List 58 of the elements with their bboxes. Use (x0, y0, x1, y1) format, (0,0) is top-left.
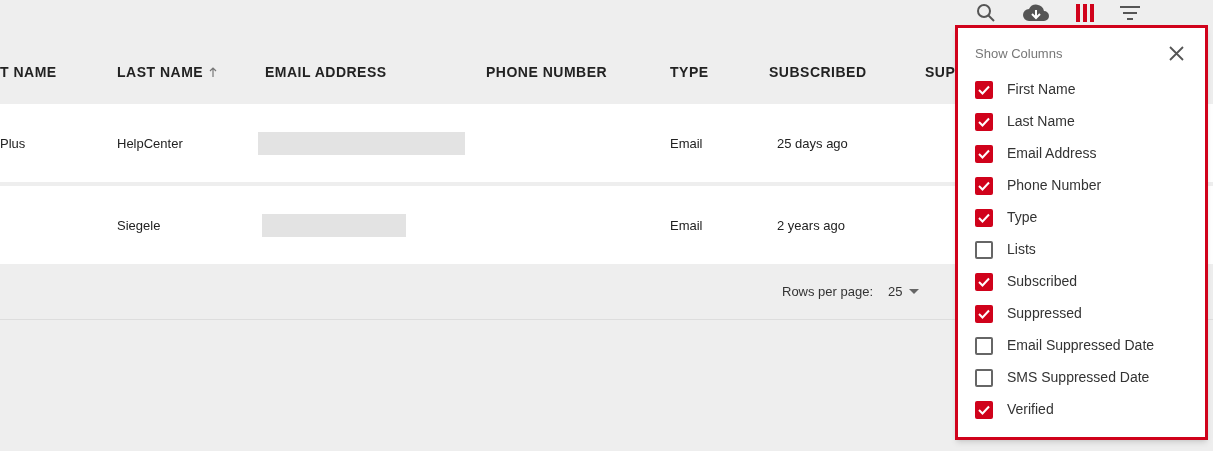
table-cell: Email (670, 136, 703, 151)
column-header[interactable]: SUBSCRIBED (769, 61, 867, 83)
checkbox[interactable] (975, 144, 993, 163)
table-cell: Plus (0, 136, 26, 151)
check-icon (978, 308, 990, 319)
column-header[interactable]: LAST NAME (117, 61, 204, 83)
table-cell: Siegele (117, 218, 161, 233)
toolbar-button[interactable] (976, 3, 996, 23)
checkbox-label: Email Address (1007, 144, 1097, 163)
caret-icon (908, 289, 919, 294)
checkbox[interactable] (975, 368, 993, 387)
checkbox[interactable] (975, 176, 993, 195)
check-icon (978, 116, 990, 127)
checkbox[interactable] (975, 304, 993, 323)
check-icon (978, 404, 990, 415)
table-cell: 25 days ago (777, 136, 848, 151)
checkbox-label: Verified (1007, 400, 1054, 419)
checkbox[interactable] (975, 336, 993, 355)
rows-per-page-label: Rows per page: (782, 282, 874, 301)
column-header[interactable]: PHONE NUMBER (486, 61, 608, 83)
toolbar-button[interactable] (1022, 3, 1050, 23)
table-cell: HelpCenter (117, 136, 183, 151)
close-button[interactable] (1167, 44, 1185, 63)
check-icon (978, 84, 990, 95)
checkbox-label: First Name (1007, 80, 1076, 99)
checkbox[interactable] (975, 272, 993, 291)
table-cell: Email (670, 218, 703, 233)
toolbar-button[interactable] (1076, 3, 1094, 23)
check-icon (978, 276, 990, 287)
close-icon (1168, 46, 1184, 62)
checkbox-label: Subscribed (1007, 272, 1078, 291)
checkbox-label: Last Name (1007, 112, 1075, 131)
checkbox-label: SMS Suppressed Date (1007, 368, 1150, 387)
table-cell: 2 years ago (777, 218, 845, 233)
filter-icon (1120, 6, 1140, 20)
checkbox[interactable] (975, 400, 993, 419)
cloud-download-icon (1022, 3, 1050, 23)
check-icon (978, 180, 990, 191)
column-header[interactable]: TYPE (670, 61, 709, 83)
check-icon (978, 212, 990, 223)
checkbox-label: Suppressed (1007, 304, 1082, 323)
toolbar-button[interactable] (1120, 3, 1140, 23)
column-header[interactable]: T NAME (0, 61, 57, 83)
panel-title: Show Columns (975, 45, 1063, 63)
check-icon (978, 148, 990, 159)
columns-icon (1076, 4, 1094, 22)
search-icon (976, 3, 996, 23)
checkbox-label: Lists (1007, 240, 1036, 259)
checkbox-label: Phone Number (1007, 176, 1102, 195)
column-header[interactable]: EMAIL ADDRESS (265, 61, 387, 83)
checkbox-label: Email Suppressed Date (1007, 336, 1155, 355)
checkbox-label: Type (1007, 208, 1038, 227)
checkbox[interactable] (975, 240, 993, 259)
checkbox[interactable] (975, 80, 993, 99)
rows-per-page-select[interactable]: 25 (888, 281, 919, 302)
column-header[interactable]: SUP (925, 61, 956, 83)
checkbox[interactable] (975, 208, 993, 227)
checkbox[interactable] (975, 112, 993, 131)
